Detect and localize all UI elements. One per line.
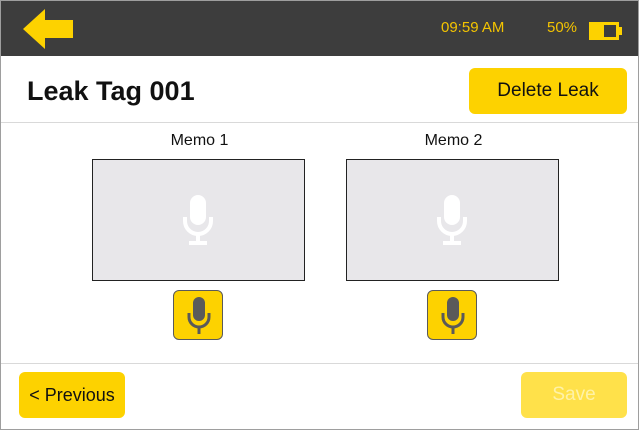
previous-button[interactable]: < Previous	[19, 372, 125, 418]
page-title: Leak Tag 001	[27, 76, 195, 106]
clock-text: 09:59 AM	[441, 19, 505, 36]
status-bar: 09:59 AM 50%	[1, 1, 638, 56]
page-header: Leak Tag 001 Delete Leak	[1, 56, 638, 123]
battery-half-icon	[589, 22, 622, 40]
microphone-icon	[437, 195, 467, 245]
memo-1-label: Memo 1	[170, 132, 229, 149]
microphone-icon	[183, 195, 213, 245]
memo-2-area[interactable]	[346, 159, 559, 281]
battery-percent: 50%	[547, 19, 578, 36]
delete-leak-button[interactable]: Delete Leak	[469, 68, 627, 114]
memo-1-record-button[interactable]	[173, 290, 223, 340]
microphone-icon	[441, 297, 465, 334]
app-window: 09:59 AM 50% Leak Tag 001 Delete Leak Me…	[0, 0, 639, 430]
back-button[interactable]	[23, 9, 75, 49]
memo-2-record-button[interactable]	[427, 290, 477, 340]
memo-2-label: Memo 2	[424, 132, 483, 149]
footer-divider	[1, 363, 638, 364]
save-button[interactable]: Save	[521, 372, 627, 418]
arrow-left-icon	[23, 9, 73, 49]
microphone-icon	[187, 297, 211, 334]
memo-1-area[interactable]	[92, 159, 305, 281]
